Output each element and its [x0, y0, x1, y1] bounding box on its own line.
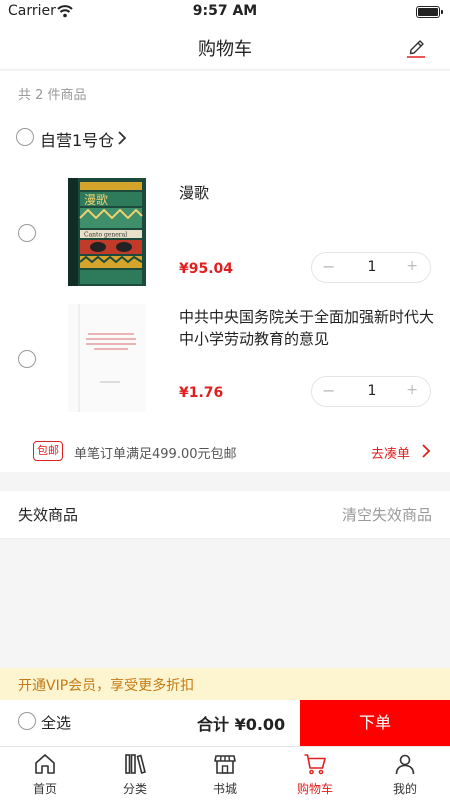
books-icon — [125, 754, 146, 774]
tab-label: 我的 — [392, 782, 417, 796]
add-more-link[interactable]: 去凑单 — [371, 443, 410, 462]
tab-cart[interactable]: 购物车 — [270, 747, 360, 800]
clear-invalid-button[interactable]: 清空失效商品 — [342, 504, 432, 525]
item-price: ¥1.76 — [179, 385, 224, 401]
select-all-label[interactable]: 全选 — [41, 712, 71, 733]
item-price: ¥95.04 — [179, 261, 234, 277]
cart-icon — [304, 754, 326, 775]
tab-label: 首页 — [32, 782, 57, 796]
book-cover[interactable] — [68, 304, 146, 412]
tab-label: 书城 — [212, 782, 237, 796]
clock: 9:57 AM — [192, 3, 258, 19]
item-select-radio[interactable] — [18, 224, 36, 242]
battery-icon — [416, 6, 443, 18]
tab-mine[interactable]: 我的 — [360, 747, 450, 800]
checkout-bar: 全选 合计 ¥0.00 下单 — [0, 700, 450, 746]
nav-bar: 购物车 — [0, 24, 450, 70]
store-icon — [214, 755, 236, 774]
invalid-products-row: 失效商品 清空失效商品 — [0, 491, 450, 539]
quantity-stepper: − 1 + — [311, 252, 431, 283]
chevron-right-icon — [118, 131, 127, 145]
book-cover[interactable]: 漫歌 Canto general — [68, 178, 146, 286]
quantity-stepper: − 1 + — [311, 376, 431, 407]
invalid-products-title: 失效商品 — [18, 506, 79, 524]
item-title[interactable]: 漫歌 — [179, 182, 434, 204]
tab-category[interactable]: 分类 — [90, 747, 180, 800]
increase-button[interactable]: + — [406, 382, 418, 398]
cart-count: 共 2 件商品 — [0, 71, 450, 113]
tab-label: 分类 — [122, 782, 147, 796]
tab-bookstore[interactable]: 书城 — [180, 747, 270, 800]
chevron-right-icon[interactable] — [421, 443, 431, 459]
cart-group: 自营1号仓 漫歌 Canto general 漫歌 ¥95.04 − 1 + 中… — [0, 113, 450, 472]
shipping-row: 包邮 单笔订单满足499.00元包邮 去凑单 — [0, 435, 450, 465]
cover-title: 漫歌 — [84, 192, 108, 207]
tab-label: 购物车 — [296, 782, 333, 796]
cart-item: 漫歌 Canto general 漫歌 ¥95.04 − 1 + — [0, 168, 450, 293]
item-title[interactable]: 中共中央国务院关于全面加强新时代大中小学劳动教育的意见 — [179, 306, 434, 350]
user-icon — [395, 754, 415, 775]
increase-button[interactable]: + — [406, 258, 418, 274]
item-select-radio[interactable] — [18, 350, 36, 368]
page-title: 购物车 — [198, 39, 252, 60]
status-bar: Carrier 9:57 AM — [0, 0, 450, 24]
shipping-text: 单笔订单满足499.00元包邮 — [74, 447, 237, 462]
free-shipping-badge: 包邮 — [33, 441, 63, 461]
cover-subtitle: Canto general — [84, 232, 127, 239]
tab-bar: 首页 分类 书城 购物车 我的 — [0, 746, 450, 800]
total-amount: 合计 ¥0.00 — [197, 715, 286, 734]
edit-icon[interactable] — [404, 35, 428, 59]
tab-home[interactable]: 首页 — [0, 747, 90, 800]
store-select-radio[interactable] — [16, 128, 34, 146]
store-row[interactable]: 自营1号仓 — [0, 123, 450, 153]
place-order-button[interactable]: 下单 — [300, 700, 450, 746]
home-icon — [35, 754, 55, 774]
vip-banner[interactable]: 开通VIP会员，享受更多折扣 — [0, 668, 450, 700]
cart-item: 中共中央国务院关于全面加强新时代大中小学劳动教育的意见 ¥1.76 − 1 + — [0, 294, 450, 419]
select-all-radio[interactable] — [18, 712, 36, 730]
store-name: 自营1号仓 — [40, 131, 115, 150]
